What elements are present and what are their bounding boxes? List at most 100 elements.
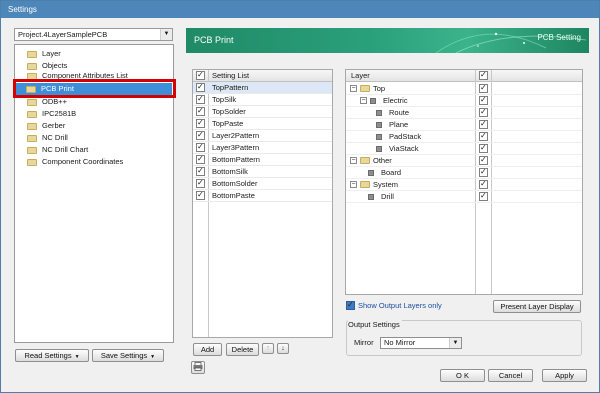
layer-select-all-checkbox[interactable]	[479, 70, 488, 80]
layer-cube-icon	[370, 98, 376, 104]
layer-cube-icon	[376, 146, 382, 152]
arrow-up-icon: ↑	[266, 345, 270, 352]
layer-checkbox[interactable]	[479, 119, 488, 129]
row-checkbox[interactable]	[196, 106, 205, 116]
layer-checkbox[interactable]	[479, 107, 488, 117]
layer-row[interactable]: PadStack	[346, 131, 582, 143]
move-up-button[interactable]: ↑	[262, 343, 274, 354]
layer-checkbox[interactable]	[479, 179, 488, 189]
setting-list-row[interactable]: TopSolder	[193, 106, 332, 118]
layer-row[interactable]: − Electric	[346, 95, 582, 107]
layer-checkbox[interactable]	[479, 131, 488, 141]
row-checkbox[interactable]	[196, 130, 205, 140]
setting-list-row[interactable]: BottomSolder	[193, 178, 332, 190]
layer-column-label: Layer	[351, 71, 370, 80]
layer-row-label: Board	[381, 168, 402, 177]
row-checkbox[interactable]	[196, 190, 205, 200]
tree-item-objects[interactable]: Objects	[17, 60, 167, 72]
setting-list-row[interactable]: BottomPaste	[193, 190, 332, 202]
project-select[interactable]: Project.4LayerSamplePCB ▼	[14, 28, 173, 41]
layer-row[interactable]: Board	[346, 167, 582, 179]
tree-item-nc-drill[interactable]: NC Drill	[17, 132, 167, 144]
setting-list-row-label: BottomPattern	[212, 155, 260, 164]
setting-list-column-label: Setting List	[212, 71, 250, 80]
row-checkbox[interactable]	[196, 142, 205, 152]
apply-button[interactable]: Apply	[542, 369, 587, 382]
setting-list-row[interactable]: TopPaste	[193, 118, 332, 130]
layer-row[interactable]: − System	[346, 179, 582, 191]
tree-item-component-coordinates[interactable]: Component Coordinates	[17, 156, 167, 168]
add-button[interactable]: Add	[193, 343, 222, 356]
printer-icon	[193, 362, 203, 371]
folder-icon	[27, 158, 37, 166]
setting-list-row-label: BottomPaste	[212, 191, 255, 200]
chevron-down-icon[interactable]: ▼	[160, 29, 172, 40]
ok-button[interactable]: O K	[440, 369, 485, 382]
layer-row[interactable]: − Top	[346, 83, 582, 95]
layer-checkbox[interactable]	[479, 191, 488, 201]
layer-checkbox[interactable]	[479, 167, 488, 177]
tree-item-label: Layer	[42, 49, 61, 58]
folder-icon	[360, 181, 370, 188]
tree-item-layer[interactable]: Layer	[17, 48, 167, 60]
layer-row[interactable]: Route	[346, 107, 582, 119]
folder-icon	[27, 122, 37, 130]
setting-list-row-label: TopSilk	[212, 95, 237, 104]
layer-row[interactable]: Plane	[346, 119, 582, 131]
collapse-icon[interactable]: −	[350, 157, 357, 164]
collapse-icon[interactable]: −	[360, 97, 367, 104]
save-settings-button[interactable]: Save Settings ▼	[92, 349, 164, 362]
row-checkbox[interactable]	[196, 94, 205, 104]
layer-row[interactable]: Drill	[346, 191, 582, 203]
row-checkbox[interactable]	[196, 178, 205, 188]
layer-row-label: ViaStack	[389, 144, 419, 153]
row-checkbox[interactable]	[196, 118, 205, 128]
collapse-icon[interactable]: −	[350, 85, 357, 92]
layer-row[interactable]: ViaStack	[346, 143, 582, 155]
mirror-select[interactable]: No Mirror ▼	[380, 337, 462, 349]
folder-icon	[27, 134, 37, 142]
show-output-layers-checkbox[interactable]	[346, 300, 355, 310]
page-title: PCB Print	[194, 35, 234, 45]
print-button[interactable]	[191, 361, 205, 374]
chevron-down-icon[interactable]: ▼	[449, 338, 461, 348]
mirror-select-value: No Mirror	[384, 338, 416, 347]
row-checkbox[interactable]	[196, 82, 205, 92]
layer-checkbox[interactable]	[479, 95, 488, 105]
delete-button[interactable]: Delete	[226, 343, 259, 356]
setting-list-row-label: TopPattern	[212, 83, 249, 92]
setting-list-row-label: BottomSolder	[212, 179, 258, 188]
tree-item-nc-drill-chart[interactable]: NC Drill Chart	[17, 144, 167, 156]
read-settings-button[interactable]: Read Settings ▼	[15, 349, 89, 362]
setting-list-row[interactable]: BottomSilk	[193, 166, 332, 178]
layer-checkbox[interactable]	[479, 143, 488, 153]
folder-icon	[27, 110, 37, 118]
layer-cube-icon	[368, 170, 374, 176]
row-checkbox[interactable]	[196, 154, 205, 164]
cancel-button[interactable]: Cancel	[488, 369, 533, 382]
setting-list-row[interactable]: Layer2Pattern	[193, 130, 332, 142]
present-layer-display-button[interactable]: Present Layer Display	[493, 300, 581, 313]
collapse-icon[interactable]: −	[350, 181, 357, 188]
tree-item-label: NC Drill	[42, 133, 68, 142]
move-down-button[interactable]: ↓	[277, 343, 289, 354]
folder-icon	[27, 62, 37, 70]
setting-list-row-label: Layer2Pattern	[212, 131, 260, 140]
caret-down-icon: ▼	[74, 354, 80, 360]
layer-checkbox[interactable]	[479, 155, 488, 165]
setting-list-row[interactable]: TopSilk	[193, 94, 332, 106]
setting-list-row[interactable]: Layer3Pattern	[193, 142, 332, 154]
layer-row[interactable]: − Other	[346, 155, 582, 167]
layer-checkbox[interactable]	[479, 83, 488, 93]
setting-list-row[interactable]: TopPattern	[193, 82, 332, 94]
tree-item-label: Objects	[42, 61, 68, 70]
setting-list-row[interactable]: BottomPattern	[193, 154, 332, 166]
tree-item-gerber[interactable]: Gerber	[17, 120, 167, 132]
layer-row-label: Top	[373, 84, 386, 93]
row-checkbox[interactable]	[196, 166, 205, 176]
layer-row-label: Plane	[389, 120, 409, 129]
folder-icon	[27, 50, 37, 58]
folder-icon	[360, 157, 370, 164]
select-all-checkbox[interactable]	[196, 70, 205, 80]
tree-item-ipc2581b[interactable]: IPC2581B	[17, 108, 167, 120]
